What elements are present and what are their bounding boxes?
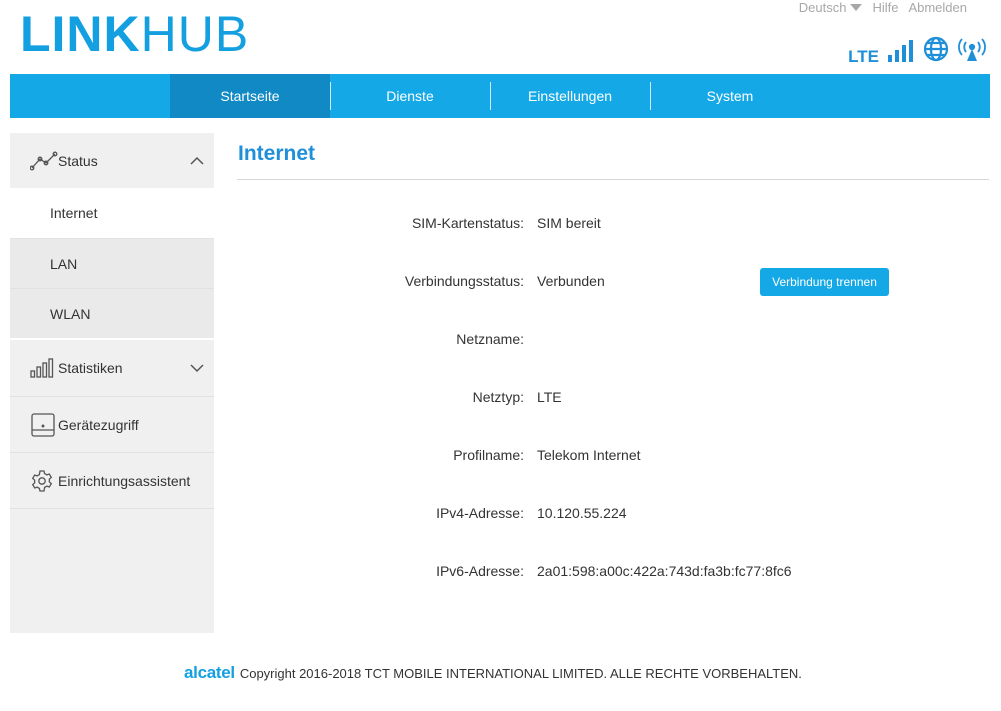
info-label: IPv6-Adresse: bbox=[436, 563, 524, 579]
page-title: Internet bbox=[238, 142, 316, 165]
info-label: Netzname: bbox=[456, 331, 524, 347]
sidebar-sub-label: WLAN bbox=[50, 305, 91, 322]
nav-einstellungen[interactable]: Einstellungen bbox=[490, 74, 650, 118]
info-label: Profilname: bbox=[453, 447, 524, 463]
chevron-down-icon bbox=[190, 363, 204, 373]
info-row-ipv6: IPv6-Adresse: 2a01:598:a00c:422a:743d:fa… bbox=[237, 563, 937, 583]
language-selector[interactable]: Deutsch bbox=[799, 0, 863, 15]
sidebar-divider bbox=[10, 508, 214, 509]
device-icon bbox=[30, 412, 56, 438]
info-row-network-name: Netzname: bbox=[237, 331, 937, 351]
main-nav: Startseite Dienste Einstellungen System bbox=[10, 74, 990, 118]
sidebar-item-status[interactable]: Status bbox=[10, 133, 214, 188]
alcatel-logo: alcatel bbox=[184, 663, 235, 682]
info-row-network-type: Netztyp: LTE bbox=[237, 389, 937, 409]
sidebar: Status Internet LAN WLAN Statistiken Ger… bbox=[10, 133, 214, 633]
help-link[interactable]: Hilfe bbox=[872, 0, 898, 15]
sidebar-item-label: Einrichtungsassistent bbox=[58, 472, 191, 489]
signal-bars-icon bbox=[887, 40, 915, 67]
linkhub-logo: LINKHUB bbox=[20, 8, 249, 60]
info-label: SIM-Kartenstatus: bbox=[411, 215, 524, 231]
sidebar-sub-internet[interactable]: Internet bbox=[10, 188, 214, 238]
globe-icon bbox=[923, 36, 949, 67]
sidebar-item-label: Status bbox=[58, 152, 98, 169]
info-label: IPv4-Adresse: bbox=[436, 505, 524, 521]
sidebar-sub-label: LAN bbox=[50, 255, 78, 272]
wifi-broadcast-icon bbox=[957, 38, 987, 67]
info-label: Verbindungsstatus: bbox=[404, 273, 524, 289]
disconnect-button[interactable]: Verbindung trennen bbox=[760, 268, 889, 296]
language-label: Deutsch bbox=[798, 0, 847, 15]
info-value: SIM bereit bbox=[537, 215, 601, 231]
logo-bold-part: LINK bbox=[20, 6, 141, 62]
nav-startseite[interactable]: Startseite bbox=[170, 74, 330, 118]
sidebar-sub-lan[interactable]: LAN bbox=[10, 239, 214, 288]
info-value: Telekom Internet bbox=[537, 447, 641, 463]
status-icons: LTE bbox=[848, 36, 987, 67]
footer: alcatel Copyright 2016-2018 TCT MOBILE I… bbox=[184, 663, 802, 683]
chevron-up-icon bbox=[190, 156, 204, 166]
info-row-profile-name: Profilname: Telekom Internet bbox=[237, 447, 937, 467]
info-row-ipv4: IPv4-Adresse: 10.120.55.224 bbox=[237, 505, 937, 525]
top-links: Deutsch Hilfe Abmelden bbox=[799, 0, 967, 15]
logo-light-part: HUB bbox=[140, 6, 250, 62]
info-label: Netztyp: bbox=[472, 389, 524, 405]
nav-dienste[interactable]: Dienste bbox=[330, 74, 490, 118]
sidebar-item-geraetezugriff[interactable]: Gerätezugriff bbox=[10, 397, 214, 452]
gear-icon bbox=[30, 469, 54, 493]
info-row-sim-status: SIM-Kartenstatus: SIM bereit bbox=[237, 215, 937, 235]
sidebar-item-label: Gerätezugriff bbox=[58, 416, 139, 433]
caret-down-icon bbox=[850, 3, 863, 11]
sidebar-item-label: Statistiken bbox=[58, 360, 123, 376]
copyright-text: Copyright 2016-2018 TCT MOBILE INTERNATI… bbox=[239, 665, 802, 681]
logout-link[interactable]: Abmelden bbox=[908, 0, 967, 15]
network-type-indicator: LTE bbox=[848, 47, 879, 66]
sidebar-sub-wlan[interactable]: WLAN bbox=[10, 289, 214, 338]
info-value: 10.120.55.224 bbox=[537, 505, 627, 521]
bar-chart-icon bbox=[30, 358, 54, 378]
sidebar-item-statistiken[interactable]: Statistiken bbox=[10, 340, 214, 396]
sidebar-item-einrichtungsassistent[interactable]: Einrichtungsassistent bbox=[10, 453, 214, 508]
nav-system[interactable]: System bbox=[650, 74, 810, 118]
sidebar-sub-label: Internet bbox=[50, 205, 98, 221]
line-chart-icon bbox=[30, 151, 58, 171]
info-value: Verbunden bbox=[537, 273, 605, 289]
info-value: 2a01:598:a00c:422a:743d:fa3b:fc77:8fc6 bbox=[537, 563, 792, 579]
info-value: LTE bbox=[537, 389, 562, 405]
title-divider bbox=[237, 179, 989, 180]
